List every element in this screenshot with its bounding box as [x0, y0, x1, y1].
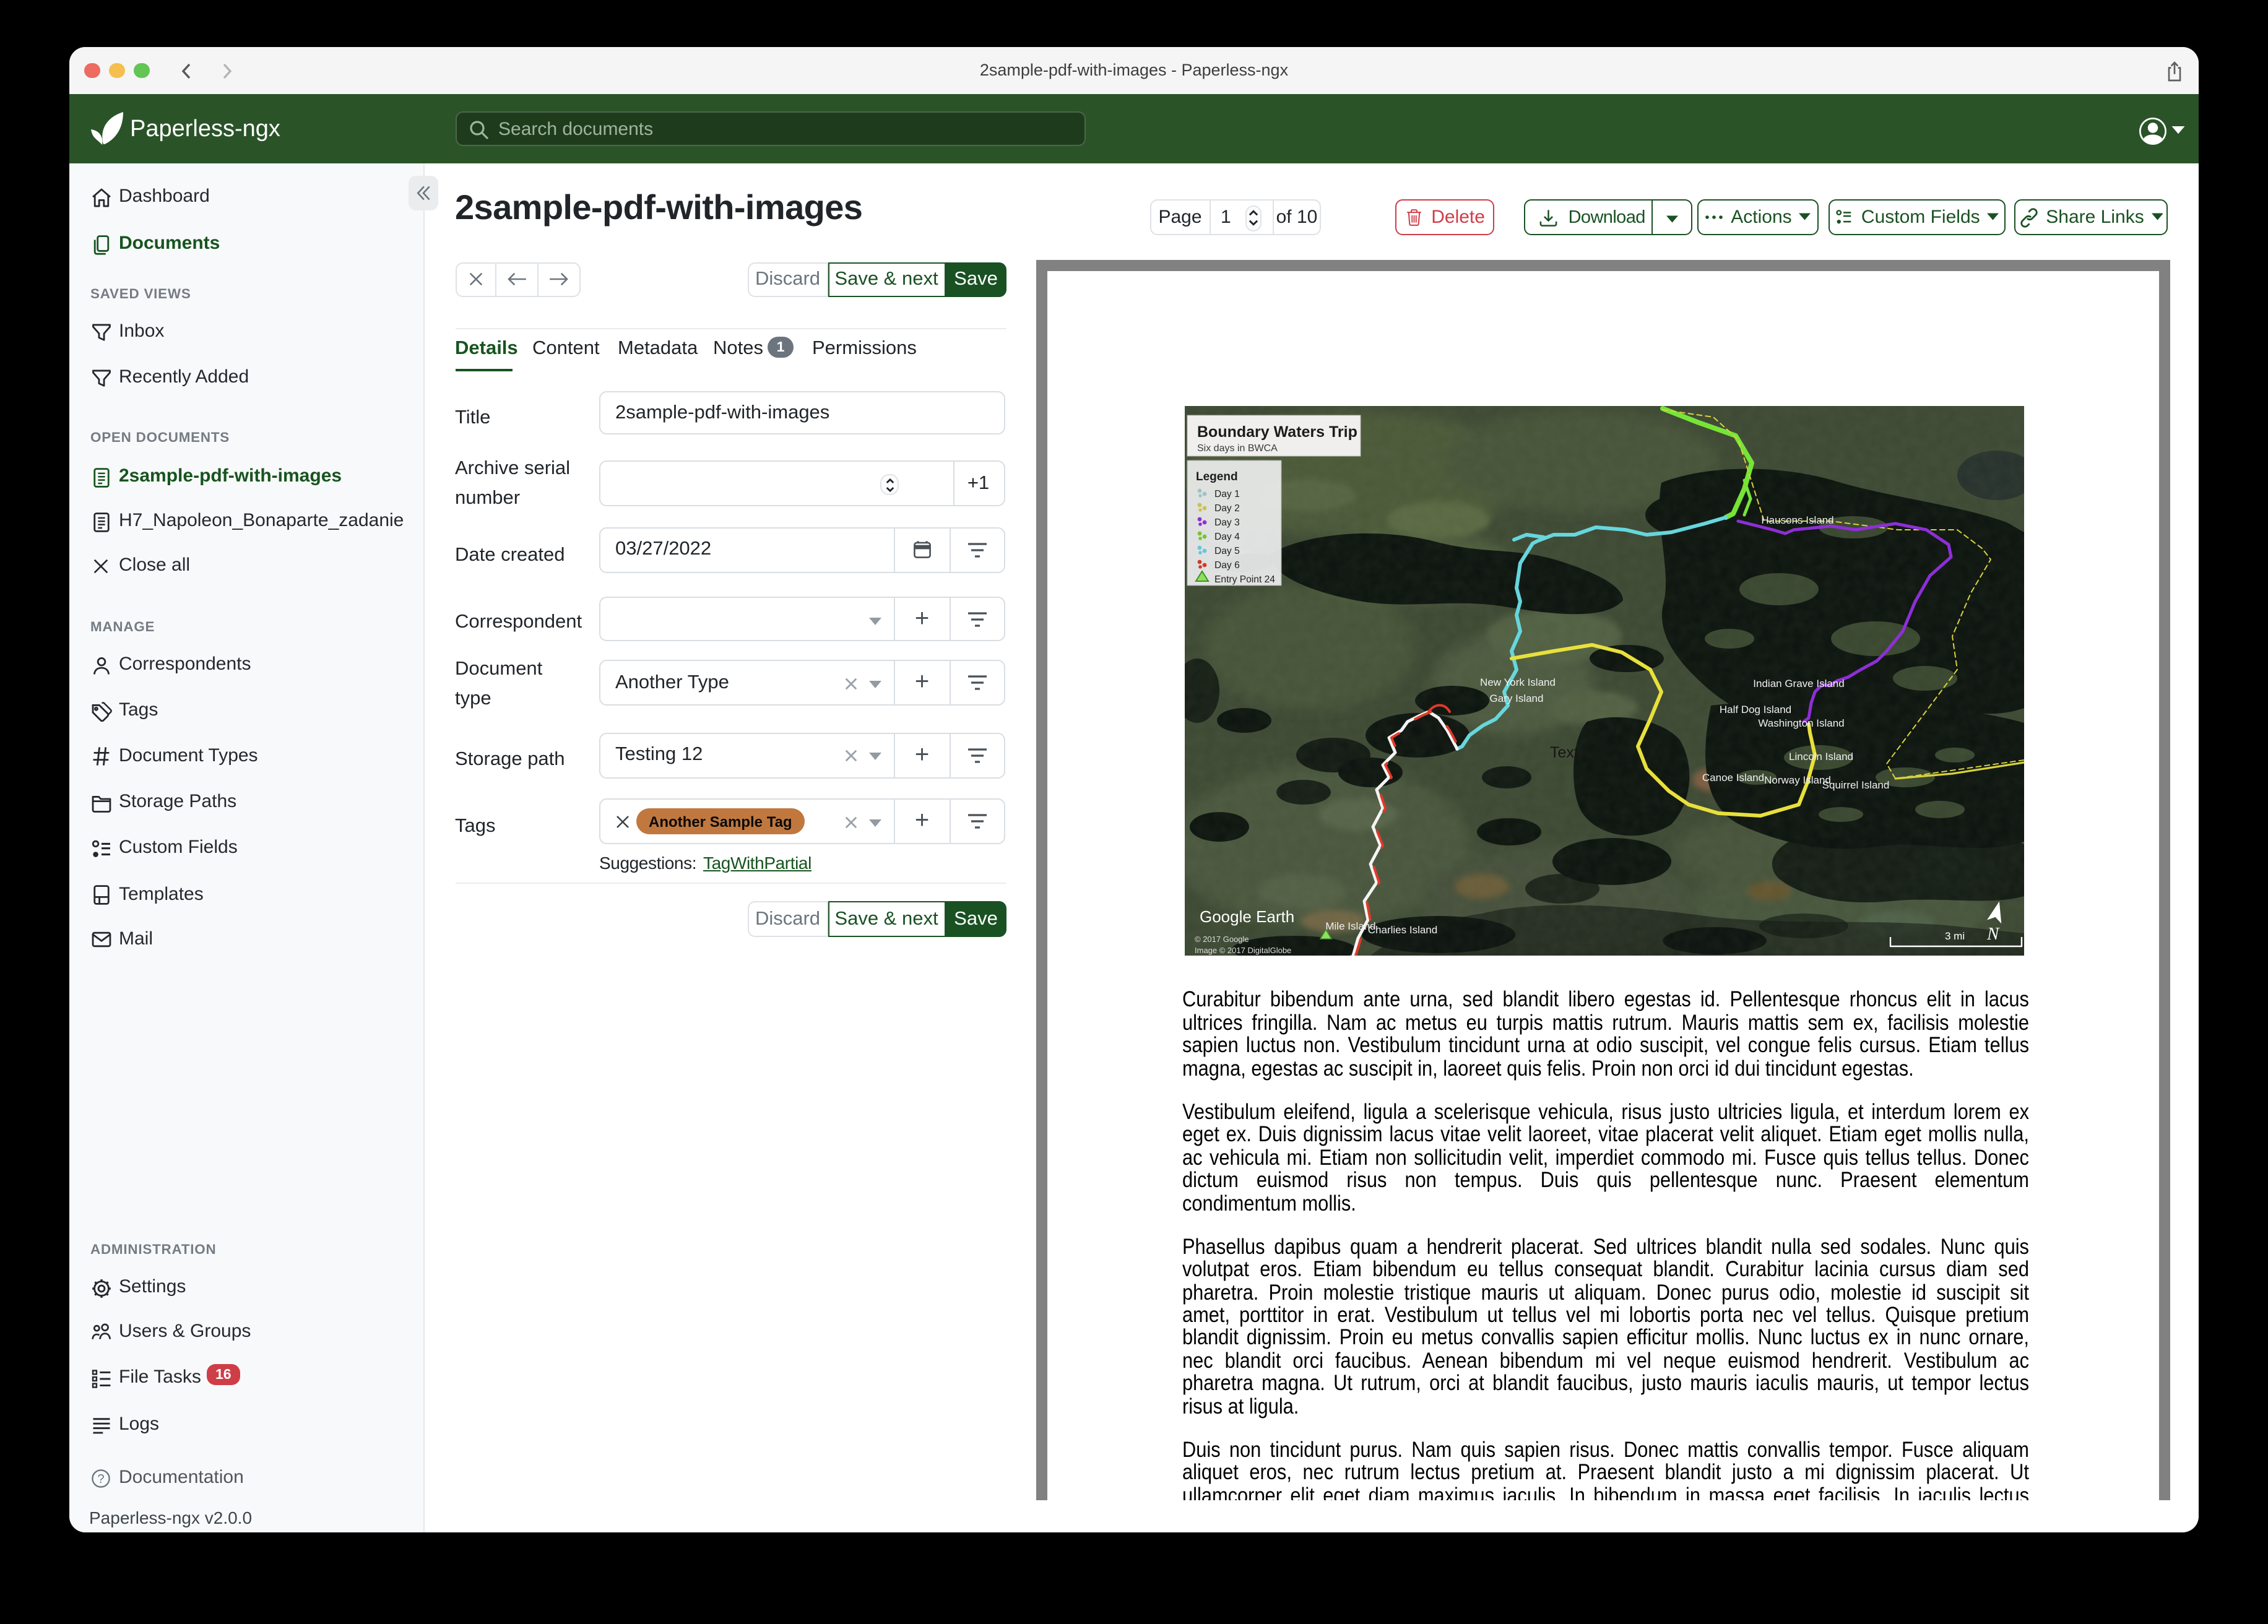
svg-text:?: ? — [97, 1472, 104, 1485]
svg-text:N: N — [1986, 924, 2000, 944]
svg-text:Image © 2017 DigitalGlobe: Image © 2017 DigitalGlobe — [1195, 946, 1291, 955]
svg-text:Lincoln Island: Lincoln Island — [1789, 751, 1853, 762]
svg-text:Day 5: Day 5 — [1214, 546, 1240, 556]
svg-text:Washington Island: Washington Island — [1758, 717, 1844, 729]
svg-text:Squirrel Island: Squirrel Island — [1822, 779, 1890, 791]
svg-text:Day 3: Day 3 — [1214, 517, 1240, 528]
svg-text:© 2017 Google: © 2017 Google — [1195, 935, 1249, 944]
svg-text:Gary Island: Gary Island — [1490, 693, 1544, 704]
svg-text:Entry Point 24: Entry Point 24 — [1214, 574, 1275, 585]
svg-text:Day 2: Day 2 — [1214, 503, 1240, 514]
svg-text:Charlies Island: Charlies Island — [1368, 924, 1437, 936]
svg-text:Hausons Island: Hausons Island — [1761, 514, 1833, 526]
svg-text:Six days in BWCA: Six days in BWCA — [1197, 443, 1278, 454]
svg-text:Indian Grave Island: Indian Grave Island — [1753, 678, 1844, 689]
svg-text:3 mi: 3 mi — [1945, 930, 1965, 942]
svg-text:Legend: Legend — [1196, 470, 1238, 483]
svg-text:Day 4: Day 4 — [1214, 532, 1240, 542]
svg-text:Half Dog Island: Half Dog Island — [1720, 704, 1791, 715]
svg-text:Norway Island: Norway Island — [1764, 774, 1831, 786]
svg-text:Text: Text — [1550, 744, 1578, 761]
svg-text:Boundary Waters Trip: Boundary Waters Trip — [1197, 423, 1357, 441]
svg-text:New York Island: New York Island — [1480, 676, 1556, 688]
svg-text:Day 6: Day 6 — [1214, 560, 1240, 571]
svg-text:Day 1: Day 1 — [1214, 489, 1240, 499]
svg-text:Canoe Island: Canoe Island — [1702, 772, 1764, 784]
svg-text:Google Earth: Google Earth — [1200, 907, 1294, 926]
